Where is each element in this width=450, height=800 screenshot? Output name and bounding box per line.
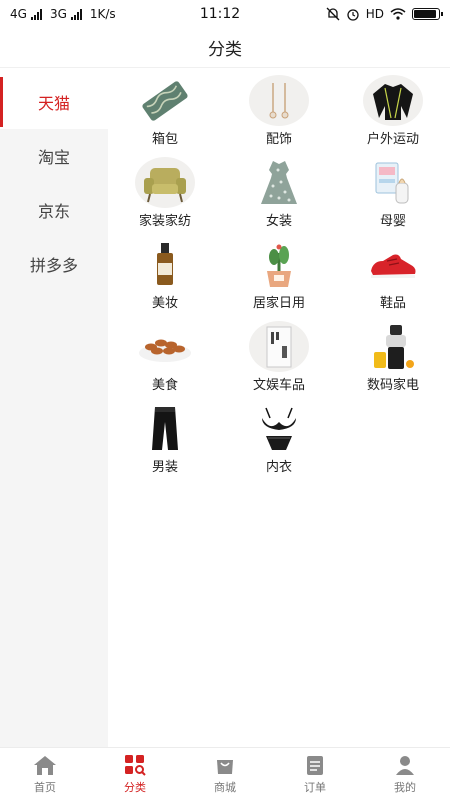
shop-bag-icon bbox=[217, 759, 233, 774]
category-label: 箱包 bbox=[151, 132, 178, 147]
category-item[interactable]: 母婴 bbox=[336, 157, 450, 229]
tab-orders[interactable]: 订单 bbox=[270, 748, 360, 800]
network-4g-label: 4G bbox=[10, 7, 27, 21]
category-label: 配饰 bbox=[265, 132, 292, 147]
category-item[interactable]: 数码家电 bbox=[336, 321, 450, 393]
sidebar-item-label: 拼多多 bbox=[29, 256, 78, 275]
cosmetic-bottle-icon bbox=[135, 239, 195, 290]
juicer-icon bbox=[363, 321, 423, 372]
category-label: 母婴 bbox=[379, 214, 406, 229]
category-item[interactable]: 美食 bbox=[108, 321, 222, 393]
signal-icon bbox=[30, 8, 42, 20]
baby-bottle-icon bbox=[363, 157, 423, 208]
category-item[interactable]: 家装家纺 bbox=[108, 157, 222, 229]
category-grid: 箱包 配饰 户外运动 家装家纺 女装 母婴 美妆 居家日用 鞋品 美食 文娱车品… bbox=[108, 75, 450, 475]
sidebar-item-label: 天猫 bbox=[37, 94, 70, 113]
earrings-icon bbox=[249, 75, 309, 126]
category-item[interactable]: 内衣 bbox=[222, 403, 336, 475]
category-item[interactable]: 男装 bbox=[108, 403, 222, 475]
clock: 11:12 bbox=[199, 6, 241, 22]
category-label: 文娱车品 bbox=[252, 378, 305, 393]
status-bar: 4G 3G 1K/s 11:12 HD bbox=[0, 0, 450, 28]
category-label: 鞋品 bbox=[379, 296, 406, 311]
category-item[interactable]: 鞋品 bbox=[336, 239, 450, 311]
sidebar-item-jd[interactable]: 京东 bbox=[0, 183, 108, 237]
page-title: 分类 bbox=[0, 28, 450, 68]
category-label: 女装 bbox=[265, 214, 292, 229]
category-label: 家装家纺 bbox=[138, 214, 191, 229]
category-label: 数码家电 bbox=[366, 378, 419, 393]
alarm-icon bbox=[347, 9, 359, 21]
tab-label: 商城 bbox=[214, 780, 236, 794]
category-item[interactable]: 户外运动 bbox=[336, 75, 450, 147]
category-label: 内衣 bbox=[265, 460, 292, 475]
nuts-plate-icon bbox=[135, 321, 195, 372]
signal-icon bbox=[70, 8, 82, 20]
battery-icon bbox=[412, 8, 443, 20]
book-icon bbox=[249, 321, 309, 372]
tab-mall[interactable]: 商城 bbox=[180, 748, 270, 800]
sidebar: 天猫 淘宝 京东 拼多多 bbox=[0, 75, 108, 747]
pants-icon bbox=[135, 403, 195, 454]
sidebar-item-label: 淘宝 bbox=[37, 148, 70, 167]
dress-icon bbox=[249, 157, 309, 208]
sneaker-icon bbox=[363, 239, 423, 290]
category-icon bbox=[125, 754, 146, 776]
category-label: 美妆 bbox=[151, 296, 178, 311]
user-icon bbox=[396, 755, 414, 775]
category-item[interactable]: 女装 bbox=[222, 157, 336, 229]
category-item[interactable]: 文娱车品 bbox=[222, 321, 336, 393]
tab-label: 首页 bbox=[34, 780, 56, 794]
network-3g-label: 3G bbox=[49, 7, 67, 21]
tab-label: 订单 bbox=[304, 780, 326, 794]
plant-pot-icon bbox=[249, 239, 309, 290]
net-speed-label: 1K/s bbox=[89, 7, 116, 21]
mute-bell-icon bbox=[326, 7, 340, 21]
sidebar-item-pinduoduo[interactable]: 拼多多 bbox=[0, 237, 108, 291]
sport-shirt-icon bbox=[363, 75, 423, 126]
category-label: 男装 bbox=[151, 460, 178, 475]
bag-icon bbox=[135, 75, 195, 126]
lingerie-icon bbox=[249, 403, 309, 454]
category-label: 户外运动 bbox=[366, 132, 419, 147]
order-list-icon bbox=[307, 755, 323, 775]
tab-home[interactable]: 首页 bbox=[0, 748, 90, 800]
sidebar-item-label: 京东 bbox=[37, 202, 70, 221]
sidebar-item-taobao[interactable]: 淘宝 bbox=[0, 129, 108, 183]
tab-mine[interactable]: 我的 bbox=[360, 748, 450, 800]
sidebar-item-tmall[interactable]: 天猫 bbox=[0, 75, 108, 129]
tab-label: 分类 bbox=[124, 780, 146, 794]
home-icon bbox=[34, 755, 56, 775]
category-item[interactable]: 居家日用 bbox=[222, 239, 336, 311]
category-label: 居家日用 bbox=[252, 296, 305, 311]
category-item[interactable]: 配饰 bbox=[222, 75, 336, 147]
wifi-icon bbox=[390, 8, 406, 20]
bottom-tab-bar: 首页 分类 商城 订单 我的 bbox=[0, 747, 450, 800]
category-label: 美食 bbox=[151, 378, 178, 393]
sofa-chair-icon bbox=[135, 157, 195, 208]
tab-label: 我的 bbox=[394, 780, 416, 794]
category-item[interactable]: 箱包 bbox=[108, 75, 222, 147]
hd-label: HD bbox=[365, 7, 384, 21]
tab-category[interactable]: 分类 bbox=[90, 748, 180, 800]
category-item[interactable]: 美妆 bbox=[108, 239, 222, 311]
